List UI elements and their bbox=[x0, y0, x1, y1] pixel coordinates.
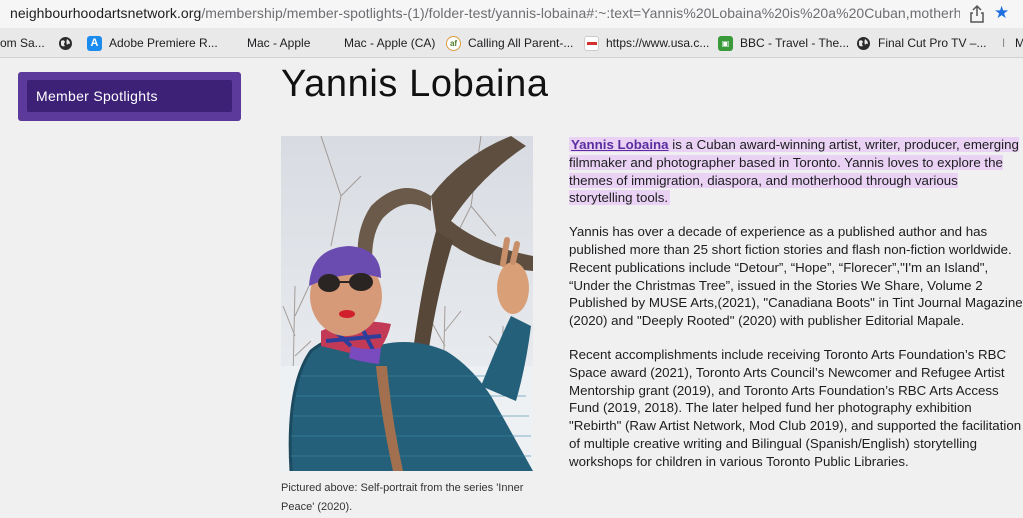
url-path: /membership/member-spotlights-(1)/folder… bbox=[201, 5, 960, 21]
bookmark-item-9[interactable]: Final Cut Pro TV –... bbox=[856, 34, 987, 52]
bio-publications: Yannis has over a decade of experience a… bbox=[569, 224, 1023, 329]
site-icon: af bbox=[446, 35, 461, 51]
globe-icon bbox=[856, 36, 871, 51]
bookmark-label: Calling All Parent-... bbox=[468, 36, 574, 50]
bookmark-label: Mac - Apple bbox=[247, 36, 311, 50]
bookmarks-bar: rom Sa... A Adobe Premiere R... Mac - Ap… bbox=[0, 28, 1023, 58]
url-host: neighbourhoodartsnetwork.org bbox=[10, 5, 202, 21]
bookmark-item-8[interactable]: ▣ BBC - Travel - The... bbox=[718, 34, 849, 52]
site-icon bbox=[584, 35, 599, 51]
bookmark-label: Adobe Premiere R... bbox=[109, 36, 218, 50]
sidebar: Member Spotlights bbox=[18, 72, 241, 121]
photo-caption: Pictured above: Self-portrait from the s… bbox=[281, 482, 524, 513]
globe-icon bbox=[58, 36, 73, 51]
sidebar-item-member-spotlights[interactable]: Member Spotlights bbox=[27, 80, 232, 112]
page-title: Yannis Lobaina bbox=[281, 63, 549, 105]
self-portrait-photo bbox=[281, 136, 533, 471]
bookmark-label: rom Sa... bbox=[0, 36, 45, 50]
bookmark-star-icon[interactable]: ★ bbox=[994, 2, 1009, 24]
site-icon: ǀ bbox=[1001, 36, 1006, 50]
apple-icon bbox=[225, 36, 240, 51]
bio-accomplishments: Recent accomplishments include receiving… bbox=[569, 346, 1022, 469]
bio-text: Yannis Lobaina is a Cuban award-winning … bbox=[569, 136, 1023, 487]
bookmark-item-4[interactable]: Mac - Apple bbox=[225, 34, 310, 52]
bookmark-item-1[interactable]: rom Sa... bbox=[0, 34, 45, 52]
share-icon[interactable] bbox=[968, 4, 986, 24]
highlighted-text: Yannis Lobaina is a Cuban award-winning … bbox=[569, 137, 1019, 206]
artist-name-link[interactable]: Yannis Lobaina bbox=[571, 137, 669, 152]
bookmark-label: Mac - Apple (CA) bbox=[344, 36, 436, 50]
bookmark-item-7[interactable]: https://www.usa.c... bbox=[584, 34, 709, 52]
bookmark-item-2[interactable] bbox=[58, 34, 80, 52]
bookmark-item-6[interactable]: af Calling All Parent-... bbox=[446, 34, 573, 52]
site-icon: ▣ bbox=[718, 35, 733, 51]
bookmark-label: M bbox=[1015, 36, 1023, 50]
bookmark-label: Final Cut Pro TV –... bbox=[878, 36, 987, 50]
bookmark-item-3[interactable]: A Adobe Premiere R... bbox=[87, 34, 218, 52]
app-store-icon: A bbox=[87, 35, 102, 51]
apple-icon bbox=[322, 36, 337, 51]
bookmark-label: BBC - Travel - The... bbox=[740, 36, 850, 50]
page-content: Member Spotlights Yannis Lobaina Picture… bbox=[0, 59, 1023, 518]
url-text[interactable]: neighbourhoodartsnetwork.org/membership/… bbox=[10, 5, 960, 21]
address-bar[interactable]: neighbourhoodartsnetwork.org/membership/… bbox=[0, 0, 1023, 28]
bookmark-item-5[interactable]: Mac - Apple (CA) bbox=[322, 34, 435, 52]
bookmark-label: https://www.usa.c... bbox=[606, 36, 710, 50]
bio-intro: Yannis Lobaina is a Cuban award-winning … bbox=[569, 136, 1023, 207]
bookmark-item-10[interactable]: ǀ M bbox=[996, 34, 1023, 52]
